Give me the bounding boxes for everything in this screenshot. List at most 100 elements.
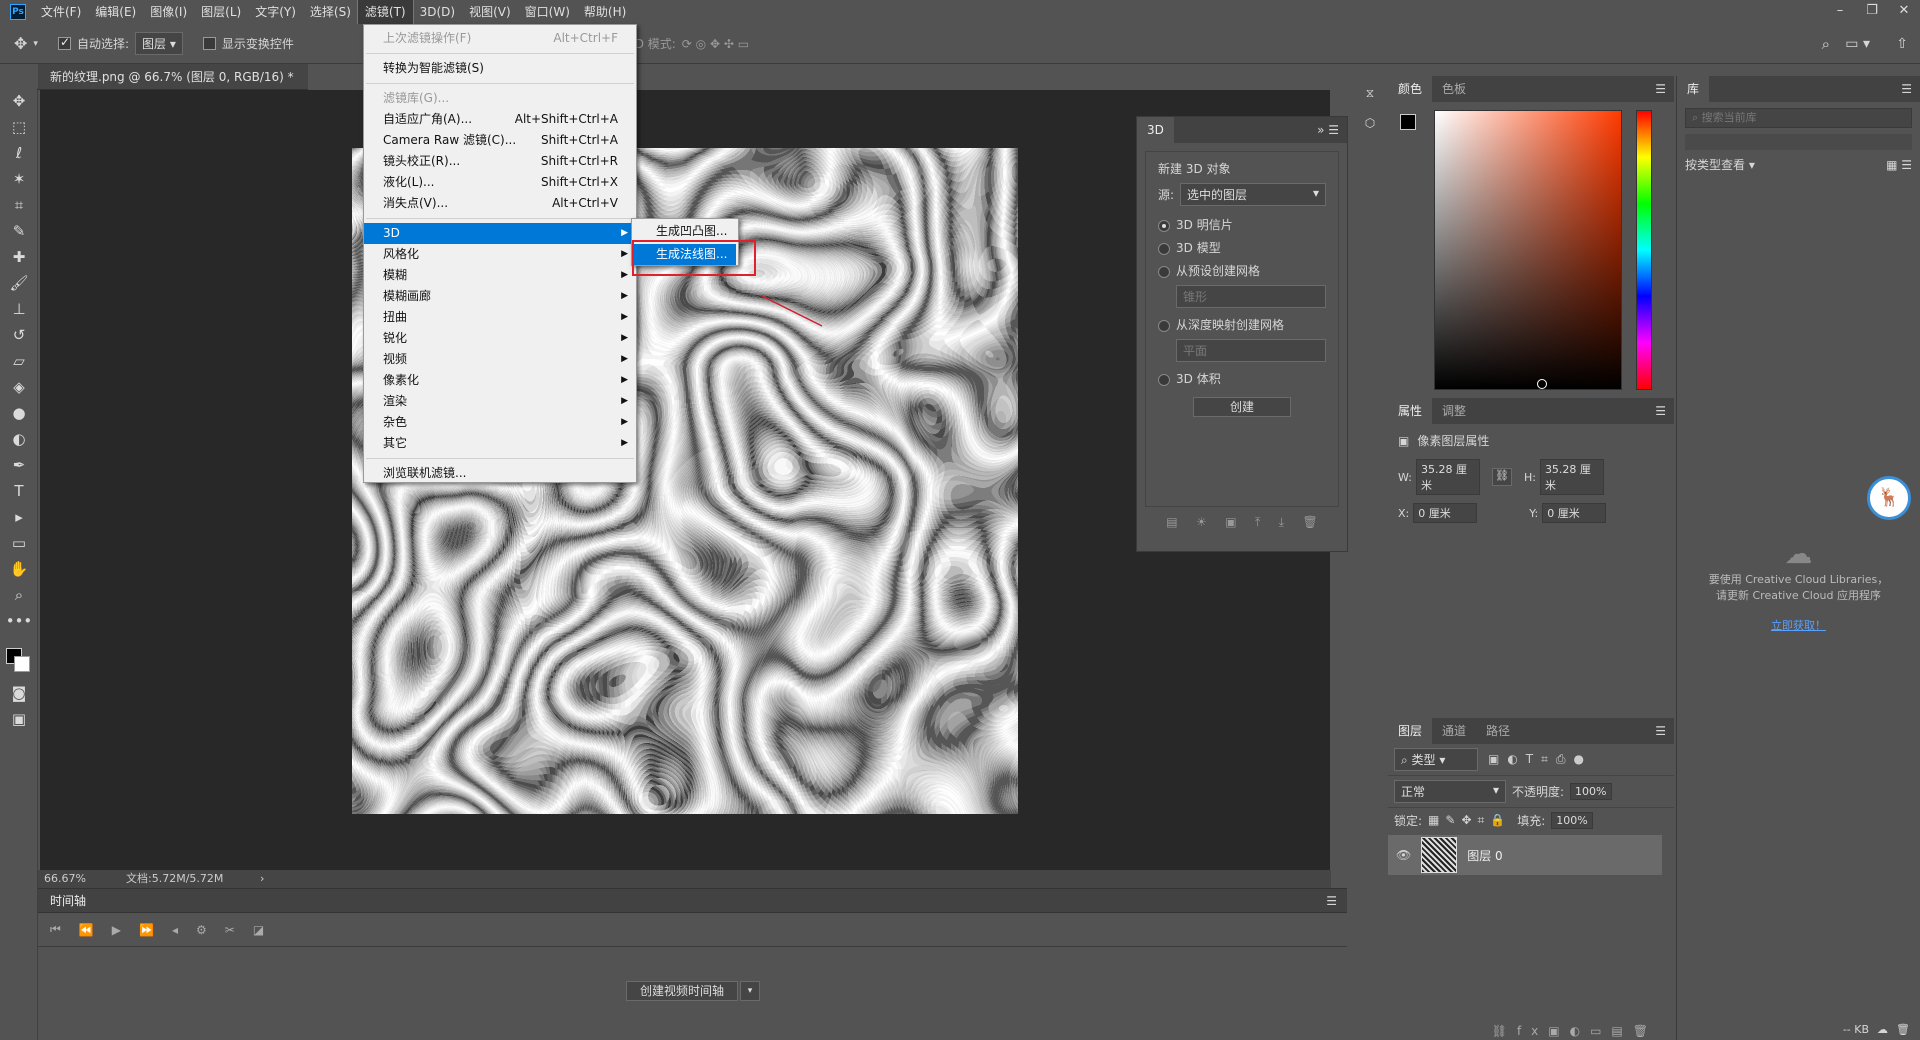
color-tab[interactable]: 颜色 bbox=[1388, 76, 1433, 102]
panel-menu-icon[interactable]: ☰ bbox=[1901, 82, 1920, 96]
split-icon[interactable]: ✂ bbox=[225, 923, 235, 937]
auto-select-dropdown[interactable]: 图层 ▾ bbox=[134, 32, 183, 55]
pen-icon[interactable]: ✒ bbox=[0, 452, 38, 478]
menu-help[interactable]: 帮助(H) bbox=[577, 0, 633, 24]
settings-icon[interactable]: ⚙ bbox=[196, 923, 207, 937]
library-search-input[interactable]: ⌕ 搜索当前库 bbox=[1685, 108, 1912, 128]
menu-file[interactable]: 文件(F) bbox=[34, 0, 88, 24]
blend-mode-dropdown[interactable]: 正常 ▾ bbox=[1394, 780, 1506, 803]
lock-icons[interactable]: ▦✎✥⌗🔒 bbox=[1428, 813, 1511, 828]
chevron-down-icon[interactable]: ▾ bbox=[33, 39, 38, 49]
brush-icon[interactable]: 🖌 bbox=[0, 270, 38, 296]
menu-item-blur-gallery[interactable]: 模糊画廊 ▶ bbox=[364, 286, 636, 307]
channels-tab[interactable]: 通道 bbox=[1432, 718, 1476, 744]
stamp-icon[interactable]: ⊥ bbox=[0, 296, 38, 322]
layer-row[interactable]: 👁 图层 0 bbox=[1388, 835, 1662, 875]
search-icon[interactable]: ⌕ bbox=[1822, 35, 1830, 53]
eye-icon[interactable]: 👁 bbox=[1396, 848, 1411, 862]
dodge-icon[interactable]: ◐ bbox=[0, 426, 38, 452]
move-icon[interactable]: ✥ bbox=[0, 88, 38, 114]
view-mode-icons[interactable]: ▦ ☰ bbox=[1886, 158, 1912, 172]
quick-mask-icon[interactable]: ◙ bbox=[0, 680, 38, 706]
width-field[interactable]: 35.28 厘米 bbox=[1415, 459, 1480, 495]
option-postcard[interactable]: 3D 明信片 bbox=[1158, 216, 1326, 233]
history-icon[interactable]: ⧖ bbox=[1352, 78, 1388, 108]
menu-item-camera-raw[interactable]: Camera Raw 滤镜(C)... Shift+Ctrl+A bbox=[364, 130, 636, 151]
libraries-tab[interactable]: 库 bbox=[1677, 76, 1710, 102]
menu-layer[interactable]: 图层(L) bbox=[194, 0, 248, 24]
menu-item-pixelate[interactable]: 像素化 ▶ bbox=[364, 370, 636, 391]
3d-cube-icon[interactable]: ⬡ bbox=[1352, 108, 1388, 138]
eyedropper-icon[interactable]: ✎ bbox=[0, 218, 38, 244]
view-by-type[interactable]: 按类型查看 ▾ bbox=[1685, 156, 1755, 173]
option-volume[interactable]: 3D 体积 bbox=[1158, 370, 1326, 387]
layer-filter-dropdown[interactable]: ⌕ 类型 ▾ bbox=[1394, 748, 1478, 771]
menu-view[interactable]: 视图(V) bbox=[462, 0, 518, 24]
close-icon[interactable]: ✕ bbox=[1888, 0, 1920, 22]
preset-dropdown[interactable]: 锥形 bbox=[1176, 285, 1326, 308]
share-icon[interactable]: ⇧ bbox=[1896, 36, 1908, 52]
zoom-level[interactable]: 66.67% bbox=[44, 870, 86, 888]
lasso-icon[interactable]: ℓ bbox=[0, 140, 38, 166]
menu-item-convert-smart[interactable]: 转换为智能滤镜(S) bbox=[364, 58, 636, 79]
properties-tab[interactable]: 属性 bbox=[1388, 398, 1433, 424]
show-transform-checkbox[interactable] bbox=[202, 37, 216, 50]
menu-filter[interactable]: 滤镜(T) bbox=[356, 0, 414, 25]
crop-icon[interactable]: ⌗ bbox=[0, 192, 38, 218]
menu-item-last-filter[interactable]: 上次滤镜操作(F) Alt+Ctrl+F bbox=[364, 28, 636, 49]
menu-item-noise[interactable]: 杂色 ▶ bbox=[364, 412, 636, 433]
layer-name[interactable]: 图层 0 bbox=[1467, 847, 1502, 864]
menu-item-liquify[interactable]: 液化(L)... Shift+Ctrl+X bbox=[364, 172, 636, 193]
menu-item-browse-online[interactable]: 浏览联机滤镜... bbox=[364, 463, 636, 484]
trash-icon[interactable]: 🗑 bbox=[1302, 515, 1317, 530]
panel-menu-icon[interactable]: ☰ bbox=[1326, 894, 1337, 908]
marquee-icon[interactable]: ⬚ bbox=[0, 114, 38, 140]
option-depth-mesh[interactable]: 从深度映射创建网格 bbox=[1158, 316, 1326, 333]
adjustments-tab[interactable]: 调整 bbox=[1432, 398, 1476, 424]
menu-item-distort[interactable]: 扭曲 ▶ bbox=[364, 307, 636, 328]
scene-icon[interactable]: ▤ bbox=[1166, 515, 1177, 530]
timeline-dropdown-button[interactable]: ▾ bbox=[740, 981, 760, 1001]
avatar[interactable]: 🦌 bbox=[1867, 476, 1911, 520]
type-icon[interactable]: T bbox=[0, 478, 38, 504]
create-3d-button[interactable]: 创建 bbox=[1193, 397, 1291, 417]
source-dropdown[interactable]: 选中的图层 ▾ bbox=[1180, 183, 1326, 206]
menu-item-sharpen[interactable]: 锐化 ▶ bbox=[364, 328, 636, 349]
menu-window[interactable]: 窗口(W) bbox=[518, 0, 577, 24]
export-icon[interactable]: ⤒ bbox=[1255, 515, 1260, 530]
foreground-swatch[interactable] bbox=[1400, 114, 1416, 130]
library-select[interactable] bbox=[1685, 134, 1912, 150]
eraser-icon[interactable]: ▱ bbox=[0, 348, 38, 374]
first-frame-icon[interactable]: ⏮ bbox=[50, 922, 61, 937]
next-frame-icon[interactable]: ⏩ bbox=[139, 923, 154, 937]
menu-item-lens-correction[interactable]: 镜头校正(R)... Shift+Ctrl+R bbox=[364, 151, 636, 172]
material-icon[interactable]: ▣ bbox=[1225, 515, 1236, 530]
panel-menu-icon[interactable]: ☰ bbox=[1655, 404, 1674, 418]
history-brush-icon[interactable]: ↺ bbox=[0, 322, 38, 348]
option-model[interactable]: 3D 模型 bbox=[1158, 239, 1326, 256]
more-tools-icon[interactable]: ••• bbox=[0, 608, 38, 634]
layers-footer-icons[interactable]: ⛓fx▣◐▭▤🗑 bbox=[1492, 1024, 1658, 1038]
blur-icon[interactable]: ● bbox=[0, 400, 38, 426]
timeline-title[interactable]: 时间轴 bbox=[50, 892, 86, 909]
menu-item-blur[interactable]: 模糊 ▶ bbox=[364, 265, 636, 286]
color-picker-cursor[interactable] bbox=[1537, 379, 1547, 389]
height-field[interactable]: 35.28 厘米 bbox=[1539, 459, 1604, 495]
trash-icon[interactable]: 🗑 bbox=[1896, 1023, 1910, 1036]
layers-tab[interactable]: 图层 bbox=[1388, 718, 1433, 744]
render-icon[interactable]: ⤓ bbox=[1279, 515, 1284, 530]
swatches-tab[interactable]: 色板 bbox=[1432, 76, 1476, 102]
menu-edit[interactable]: 编辑(E) bbox=[88, 0, 143, 24]
screen-mode-icon[interactable]: ▣ bbox=[0, 706, 38, 732]
menu-3d[interactable]: 3D(D) bbox=[413, 0, 462, 24]
play-icon[interactable]: ▶ bbox=[112, 923, 121, 937]
menu-item-adaptive-wide[interactable]: 自适应广角(A)... Alt+Shift+Ctrl+A bbox=[364, 109, 636, 130]
document-tab[interactable]: 新的纹理.png @ 66.7% (图层 0, RGB/16) * × bbox=[38, 64, 308, 110]
audio-icon[interactable]: ◂ bbox=[172, 923, 178, 937]
menu-item-filter-gallery[interactable]: 滤镜库(G)... bbox=[364, 88, 636, 109]
paths-tab[interactable]: 路径 bbox=[1476, 718, 1520, 744]
light-icon[interactable]: ☀ bbox=[1196, 515, 1207, 530]
hand-icon[interactable]: ✋ bbox=[0, 556, 38, 582]
menu-item-video[interactable]: 视频 ▶ bbox=[364, 349, 636, 370]
workspace-icon[interactable]: ▭ ▾ bbox=[1845, 36, 1870, 52]
